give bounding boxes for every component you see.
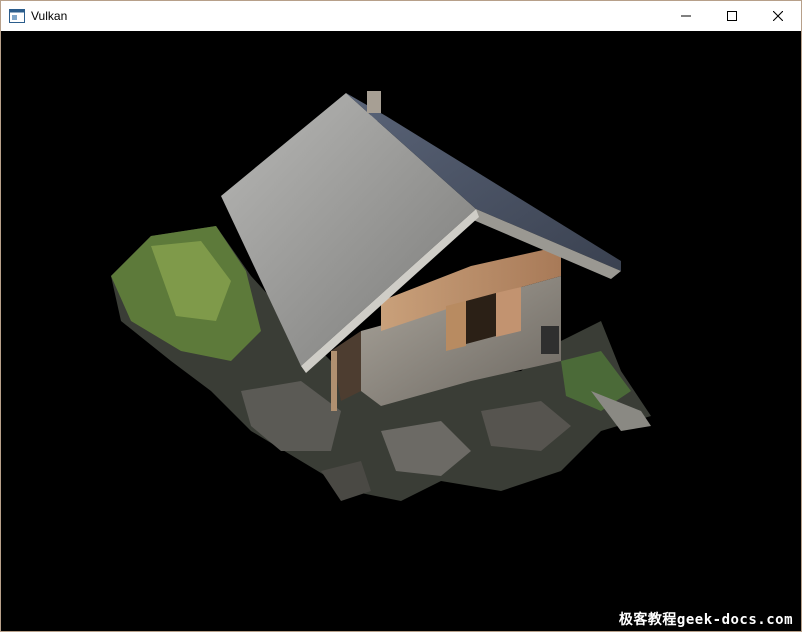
app-window-icon bbox=[9, 8, 25, 24]
app-window: Vulkan 极客教程geek-docs.com bbox=[0, 0, 802, 632]
close-icon bbox=[773, 11, 783, 21]
minimize-icon bbox=[681, 15, 691, 17]
maximize-button[interactable] bbox=[709, 1, 755, 31]
window-title: Vulkan bbox=[31, 9, 68, 23]
maximize-icon bbox=[727, 11, 737, 21]
window-controls bbox=[663, 1, 801, 31]
minimize-button[interactable] bbox=[663, 1, 709, 31]
close-button[interactable] bbox=[755, 1, 801, 31]
render-viewport[interactable]: 极客教程geek-docs.com bbox=[1, 31, 801, 631]
rendered-house-model bbox=[111, 91, 651, 501]
watermark-text: 极客教程geek-docs.com bbox=[618, 612, 793, 628]
title-bar[interactable]: Vulkan bbox=[1, 1, 801, 31]
